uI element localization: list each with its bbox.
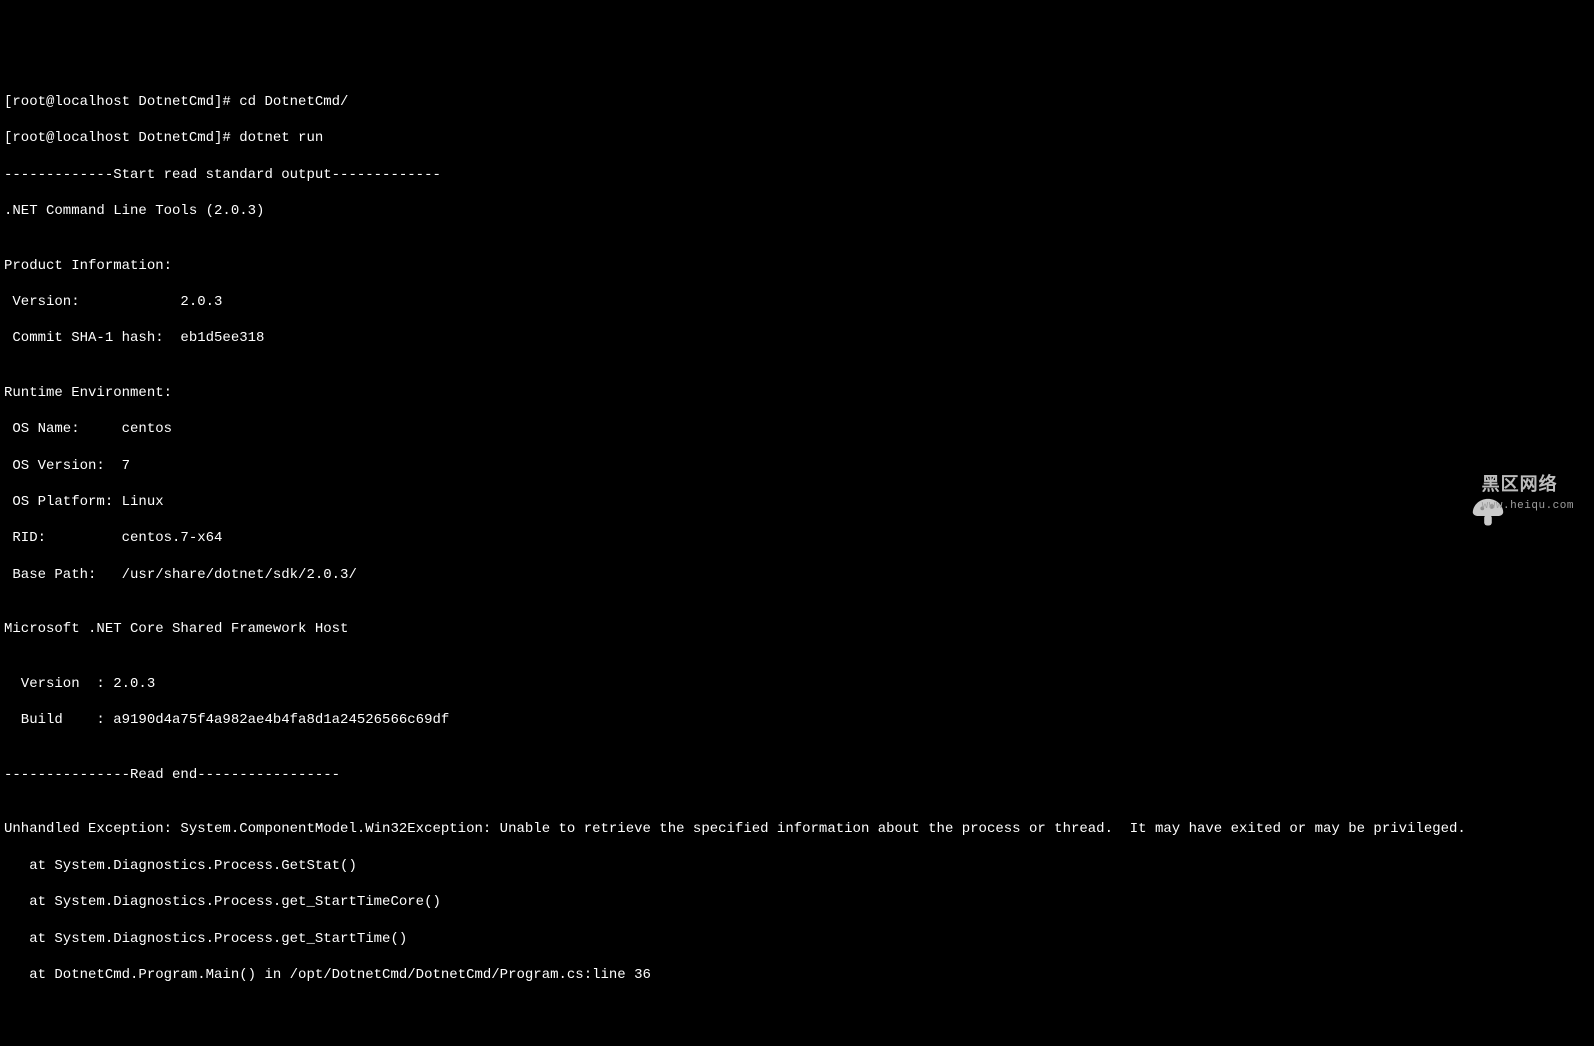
terminal-line: at System.Diagnostics.Process.get_StartT… (4, 930, 1590, 948)
terminal-line: .NET Command Line Tools (2.0.3) (4, 202, 1590, 220)
watermark: 黑区网络 www.heiqu.com (1436, 475, 1574, 513)
terminal-line: Build : a9190d4a75f4a982ae4b4fa8d1a24526… (4, 711, 1590, 729)
terminal-line: at DotnetCmd.Program.Main() in /opt/Dotn… (4, 966, 1590, 984)
terminal-line: Commit SHA-1 hash: eb1d5ee318 (4, 329, 1590, 347)
terminal-line: Base Path: /usr/share/dotnet/sdk/2.0.3/ (4, 566, 1590, 584)
watermark-text: 黑区网络 www.heiqu.com (1482, 475, 1574, 513)
terminal-line: ---------------Read end----------------- (4, 766, 1590, 784)
terminal-line: OS Name: centos (4, 420, 1590, 438)
terminal-line: Microsoft .NET Core Shared Framework Hos… (4, 620, 1590, 638)
terminal-output[interactable]: [root@localhost DotnetCmd]# cd DotnetCmd… (4, 75, 1590, 1003)
terminal-line: [root@localhost DotnetCmd]# dotnet run (4, 129, 1590, 147)
terminal-line: RID: centos.7-x64 (4, 529, 1590, 547)
terminal-line: Unhandled Exception: System.ComponentMod… (4, 820, 1590, 838)
terminal-line: at System.Diagnostics.Process.GetStat() (4, 857, 1590, 875)
terminal-line: OS Platform: Linux (4, 493, 1590, 511)
terminal-line: -------------Start read standard output-… (4, 166, 1590, 184)
terminal-line: Version : 2.0.3 (4, 675, 1590, 693)
watermark-url: www.heiqu.com (1482, 499, 1574, 513)
terminal-line: at System.Diagnostics.Process.get_StartT… (4, 893, 1590, 911)
terminal-line: Version: 2.0.3 (4, 293, 1590, 311)
terminal-line: [root@localhost DotnetCmd]# cd DotnetCmd… (4, 93, 1590, 111)
terminal-line: Runtime Environment: (4, 384, 1590, 402)
terminal-line: Product Information: (4, 257, 1590, 275)
watermark-title: 黑区网络 (1482, 475, 1574, 498)
mushroom-icon (1436, 479, 1474, 509)
terminal-line: OS Version: 7 (4, 457, 1590, 475)
